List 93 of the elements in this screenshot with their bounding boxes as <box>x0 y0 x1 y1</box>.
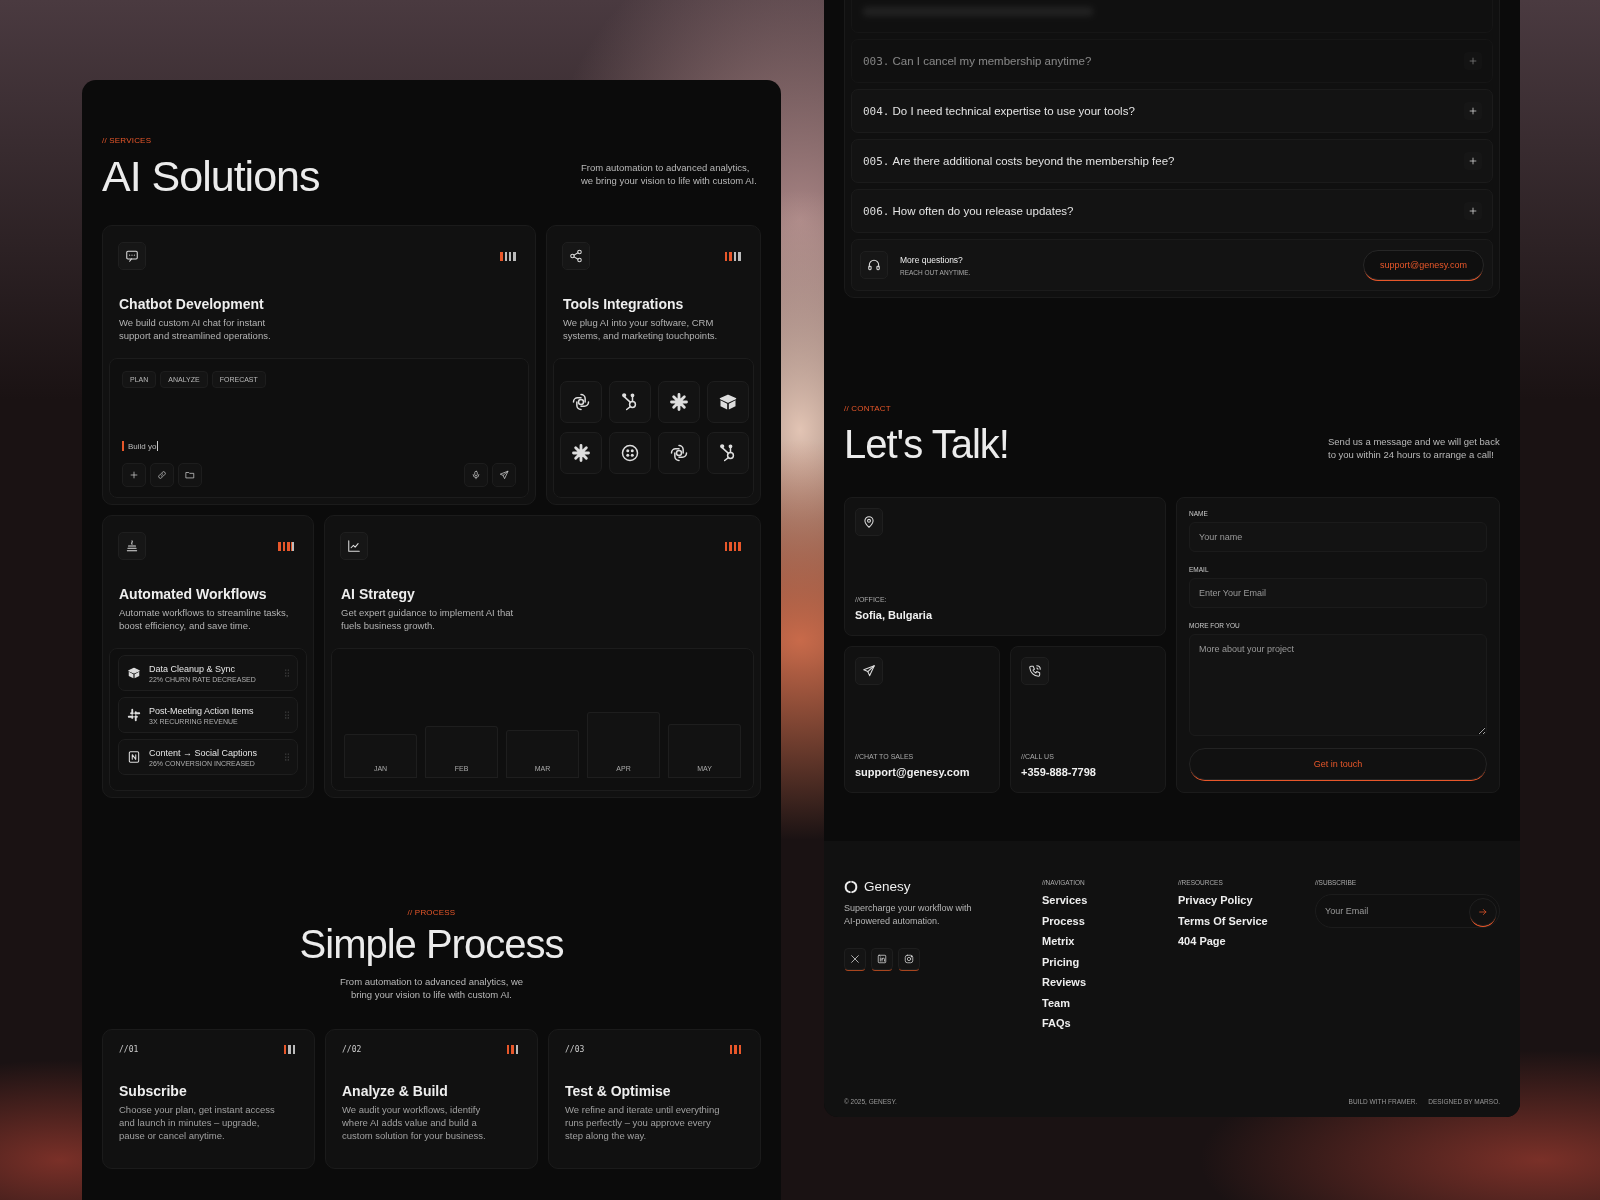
footer-link[interactable]: 404 Page <box>1178 935 1315 947</box>
card-title: Analyze & Build <box>342 1083 449 1099</box>
asterisk-icon <box>560 432 602 474</box>
send-icon <box>492 463 516 487</box>
card-description: Choose your plan, get instant access and launch in minutes – upgrade, pause or cancel anytime. <box>119 1103 276 1142</box>
card-description: Automate workflows to streamline tasks, boost efficiency, and save time. <box>119 606 290 632</box>
node-icon <box>707 432 749 474</box>
section-label: // PROCESS <box>407 908 456 917</box>
section-description: From automation to advanced analytics, we bring your vision to life with custom AI. <box>581 161 758 187</box>
card-title: Subscribe <box>119 1083 188 1099</box>
drag-handle-icon <box>282 752 292 762</box>
microphone-icon <box>464 463 488 487</box>
workflow-title: Post-Meeting Action Items <box>149 705 255 716</box>
chart-icon <box>340 532 368 560</box>
drag-handle-icon <box>282 668 292 678</box>
box-icon <box>707 381 749 423</box>
footer-link[interactable]: FAQs <box>1042 1017 1178 1029</box>
card-description: We build custom AI chat for instant support and streamlined operations. <box>119 316 272 342</box>
brand-name: Genesy <box>864 879 911 894</box>
card-title: Test & Optimise <box>565 1083 672 1099</box>
card-description: We refine and iterate until everything runs perfectly – you approve every step along the way. <box>565 1103 721 1142</box>
question-number: 004. <box>863 104 890 118</box>
share-icon <box>562 242 590 270</box>
footer-link[interactable]: Team <box>1042 996 1178 1009</box>
phone-icon <box>1021 657 1049 685</box>
footer-link[interactable]: Privacy Policy <box>1178 894 1315 906</box>
step-number: //02 <box>342 1045 362 1054</box>
camera-icon <box>898 948 920 970</box>
text-cursor <box>157 441 159 451</box>
step-number: //01 <box>119 1045 139 1054</box>
card-description: Get expert guidance to implement AI that fuels business growth. <box>341 606 515 632</box>
plus-icon <box>122 463 146 487</box>
question-text: Can I cancel my membership anytime? <box>892 55 1093 67</box>
section-label: // CONTACT <box>844 404 892 413</box>
contact-value: Sofia, Bulgaria <box>855 609 934 621</box>
faq-row[interactable]: 005. Are there additional costs beyond the membership fee? <box>851 139 1493 183</box>
question-text: Are there additional costs beyond the membership fee? <box>892 155 1176 167</box>
faq-row[interactable]: 003. Can I cancel my membership anytime? <box>851 39 1493 83</box>
contact-value: +359-888-7798 <box>1021 766 1097 778</box>
footer-link[interactable]: Reviews <box>1042 976 1178 988</box>
node-icon <box>609 381 651 423</box>
message-field[interactable]: More about your project <box>1189 634 1487 736</box>
knot-icon <box>658 432 700 474</box>
footer-link[interactable]: Process <box>1042 914 1178 927</box>
card-title: Automated Workflows <box>119 586 268 602</box>
question-number: 003. <box>863 54 890 68</box>
workflow-title: Content → Social Captions <box>149 747 259 758</box>
question-text: How often do you release updates? <box>892 205 1075 217</box>
faq-row[interactable]: 004. Do I need technical expertise to use your tools? <box>851 89 1493 133</box>
send-icon <box>855 657 883 685</box>
section-description: Send us a message and we will get back to you within 24 hours to arrange a call! <box>1328 435 1500 461</box>
footer-link[interactable]: Metrix <box>1042 935 1178 947</box>
location-pin-icon <box>855 508 883 536</box>
footer-link[interactable]: Pricing <box>1042 955 1178 968</box>
headphones-icon <box>860 251 888 279</box>
footer-link[interactable]: Terms Of Service <box>1178 914 1315 927</box>
section-title: Simple Process <box>299 921 564 968</box>
linkedin-icon <box>871 948 893 970</box>
question-number: 005. <box>863 154 890 168</box>
card-description: We plug AI into your software, CRM systems, and marketing touchpoints. <box>563 316 719 342</box>
section-title: Let's Talk! <box>844 421 1009 468</box>
chat-icon <box>118 242 146 270</box>
help-title: More questions? <box>900 254 964 265</box>
input-field[interactable]: Enter Your Email <box>1189 578 1487 608</box>
submit-button[interactable]: Get in touch <box>1189 748 1487 780</box>
drag-handle-icon <box>282 710 292 720</box>
card-description: We audit your workflows, identify where AI adds value and build a custom solution for your business. <box>342 1103 487 1142</box>
contact-value: support@genesy.com <box>855 766 971 778</box>
email-button[interactable]: support@genesy.com <box>1363 250 1484 280</box>
workflow-title: Data Cleanup & Sync <box>149 663 237 674</box>
subscribe-field[interactable]: Your Email <box>1315 894 1500 928</box>
link-icon <box>150 463 174 487</box>
tagline: Supercharge your workflow with AI-powered automation. <box>844 902 973 928</box>
asterisk-icon <box>658 381 700 423</box>
section-description: From automation to advanced analytics, we bring your vision to life with custom AI. <box>338 975 525 1001</box>
section-title: AI Solutions <box>102 151 320 201</box>
question-text: Do I need technical expertise to use your tools? <box>892 105 1136 117</box>
input-field[interactable]: Your name <box>1189 522 1487 552</box>
x-icon <box>844 948 866 970</box>
faq-row[interactable]: 006. How often do you release updates? <box>851 189 1493 233</box>
card-title: Chatbot Development <box>119 296 265 312</box>
section-label: // SERVICES <box>102 136 153 145</box>
caret-mark <box>122 441 124 451</box>
stack-icon <box>118 532 146 560</box>
card-title: AI Strategy <box>341 586 416 602</box>
folder-icon <box>178 463 202 487</box>
step-number: //03 <box>565 1045 585 1054</box>
footer-link[interactable]: Services <box>1042 894 1178 906</box>
chat-input-text[interactable]: Build yo <box>128 441 157 451</box>
logo-icon <box>844 879 858 894</box>
card-title: Tools Integrations <box>563 296 685 312</box>
knot-icon <box>560 381 602 423</box>
question-number: 006. <box>863 204 890 218</box>
